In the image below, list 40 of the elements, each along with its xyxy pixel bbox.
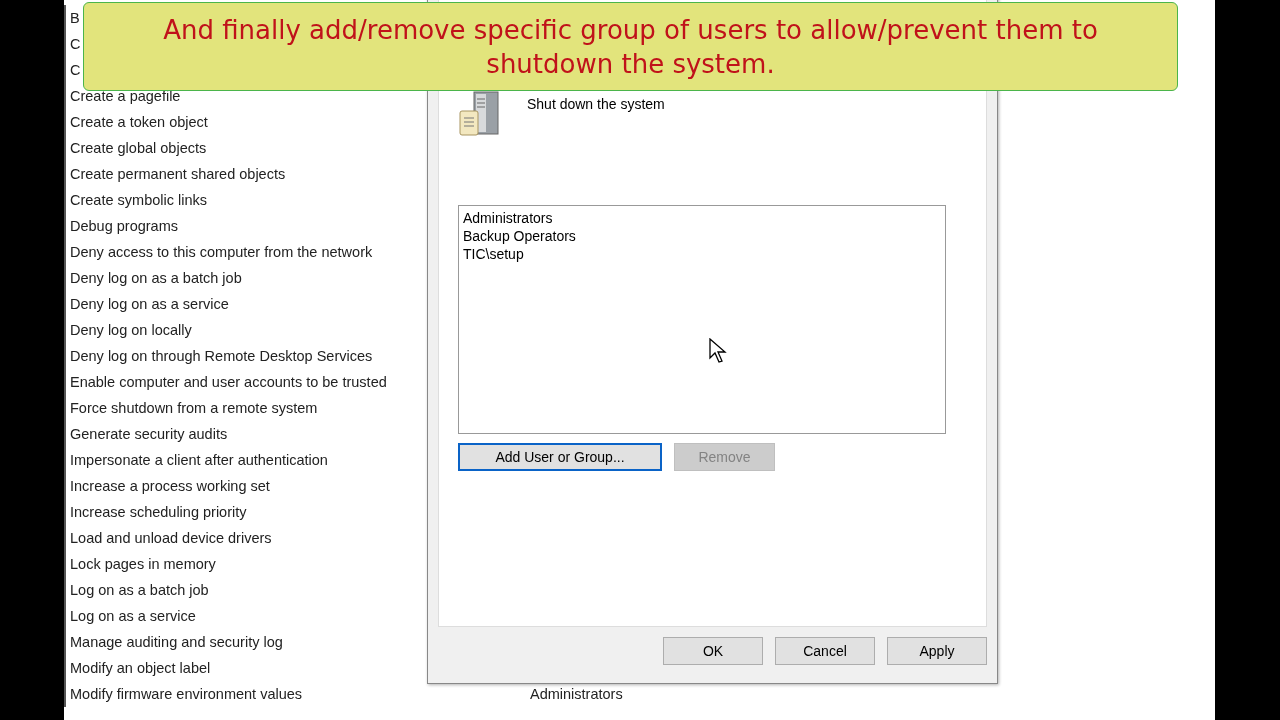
apply-button[interactable]: Apply — [887, 637, 987, 665]
policy-name: Increase a process working set — [70, 478, 270, 494]
policy-name: Create global objects — [70, 140, 207, 156]
policy-name: Deny log on locally — [70, 322, 192, 338]
policy-name: Create permanent shared objects — [70, 166, 286, 182]
policy-name: Modify an object label — [70, 660, 211, 676]
members-list[interactable]: Administrators Backup Operators TIC\setup — [458, 205, 946, 434]
policy-name: Deny log on through Remote Desktop Services — [70, 348, 373, 364]
mouse-pointer-icon — [709, 338, 727, 364]
policy-name: C — [70, 36, 81, 52]
policy-name: C — [70, 62, 81, 78]
member-item[interactable]: TIC\setup — [463, 245, 524, 263]
policy-name: Create a token object — [70, 114, 208, 130]
policy-name: Force shutdown from a remote system — [70, 400, 318, 416]
policy-name: Modify firmware environment values — [70, 686, 303, 702]
policy-name: Load and unload device drivers — [70, 530, 272, 546]
cancel-button[interactable]: Cancel — [775, 637, 875, 665]
policy-name: Create symbolic links — [70, 192, 207, 208]
policy-name: Deny log on as a batch job — [70, 270, 242, 286]
policy-name: Log on as a service — [70, 608, 196, 624]
policy-name: Generate security audits — [70, 426, 228, 442]
policy-title: Shut down the system — [527, 96, 665, 114]
add-button[interactable]: Add User or Group... — [458, 443, 662, 471]
member-item[interactable]: Administrators — [463, 209, 553, 227]
policy-name: Impersonate a client after authentication — [70, 452, 328, 468]
policy-name: Manage auditing and security log — [70, 634, 283, 650]
policy-name: Log on as a batch job — [70, 582, 209, 598]
caption-text: And finally add/remove specific group of users to allow/prevent them to shutdown the system. — [162, 13, 1099, 81]
policy-name: Create a pagefile — [70, 88, 181, 104]
server-icon — [458, 91, 500, 137]
policy-name: Enable computer and user accounts to be trusted — [70, 374, 387, 390]
policy-name: Increase scheduling priority — [70, 504, 247, 520]
policy-name: Lock pages in memory — [70, 556, 216, 572]
security-setting: Administrators — [530, 686, 623, 702]
policy-name: Deny log on as a service — [70, 296, 229, 312]
member-item[interactable]: Backup Operators — [463, 227, 576, 245]
policy-name: B — [70, 10, 80, 26]
ok-button[interactable]: OK — [663, 637, 763, 665]
policy-name: Debug programs — [70, 218, 178, 234]
policy-name: Deny access to this computer from the network — [70, 244, 373, 260]
